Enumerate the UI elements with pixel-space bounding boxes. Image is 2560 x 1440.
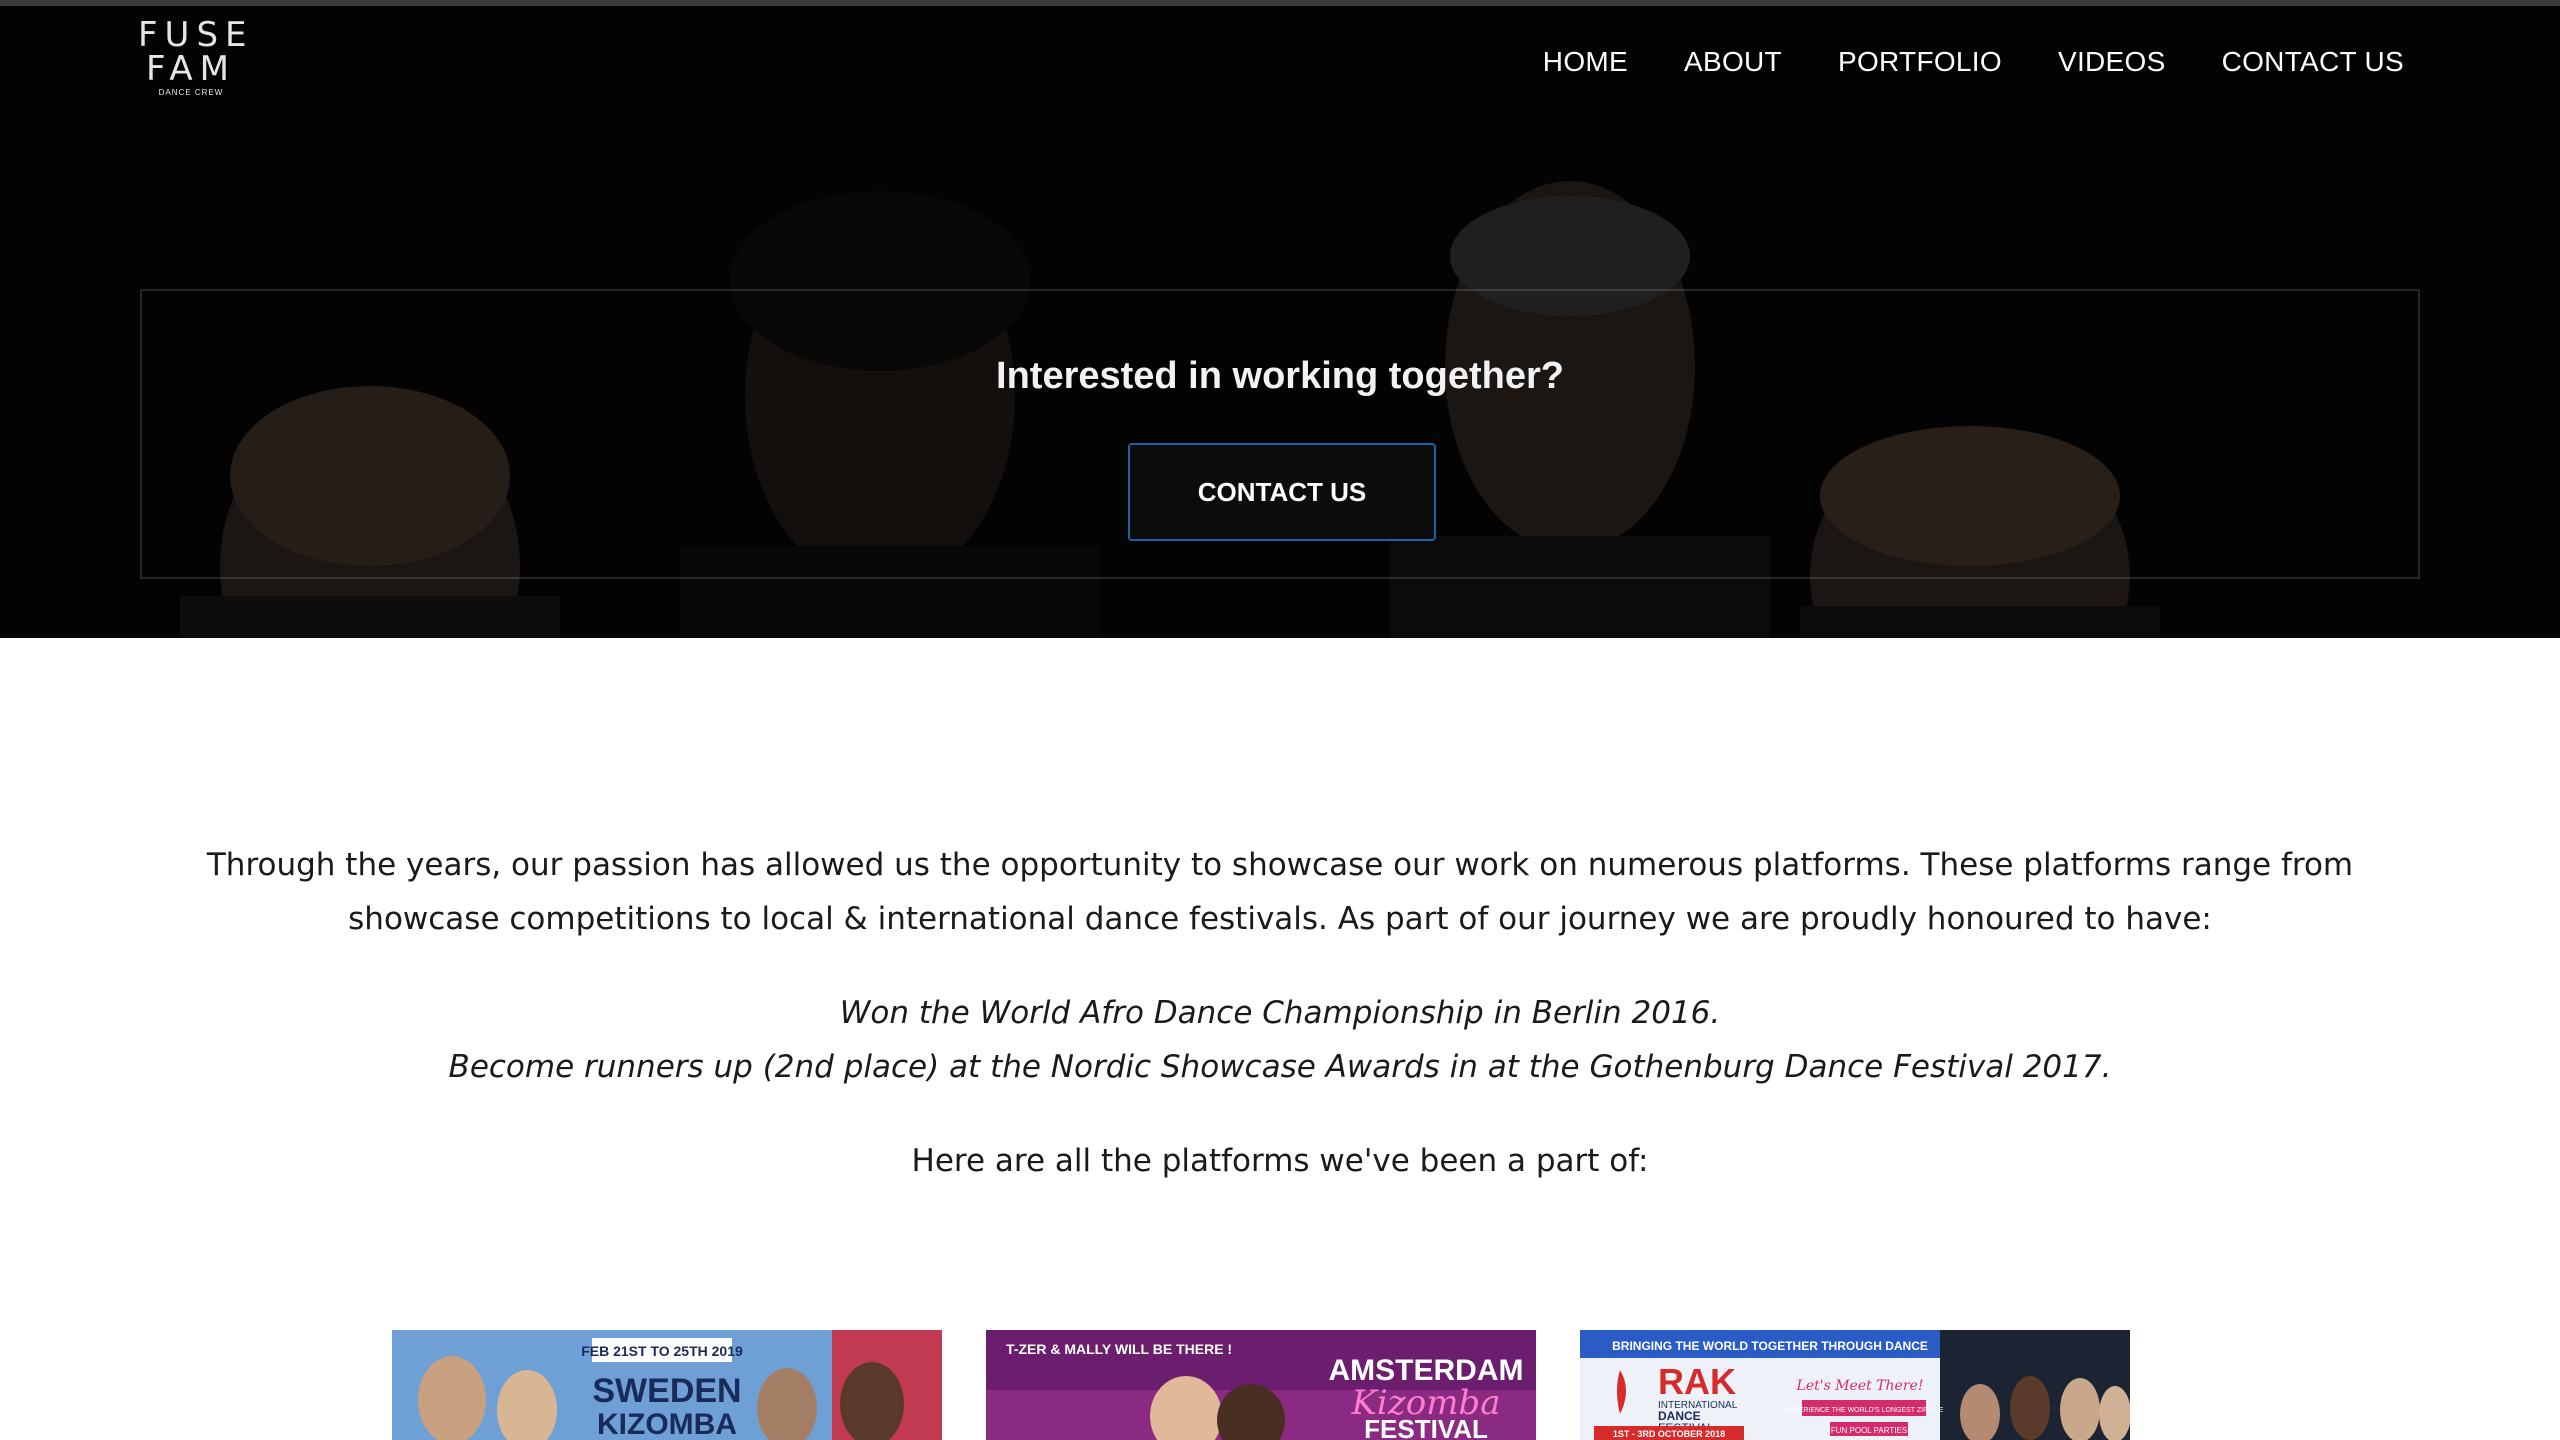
poster-1-title: SWEDEN bbox=[592, 1372, 741, 1410]
portfolio-intro: Through the years, our passion has allow… bbox=[140, 838, 2420, 1188]
nav-videos[interactable]: VIDEOS bbox=[2058, 44, 2166, 80]
poster-3-headline: BRINGING THE WORLD TOGETHER THROUGH DANC… bbox=[1612, 1339, 1928, 1353]
poster-2-subtitle: FESTIVAL bbox=[1364, 1414, 1488, 1440]
poster-rak-dance-festival-image: BRINGING THE WORLD TOGETHER THROUGH DANC… bbox=[1580, 1330, 2130, 1440]
fuse-fam-logo[interactable]: FUSE FAM DANCE CREW bbox=[138, 15, 254, 108]
nav-portfolio[interactable]: PORTFOLIO bbox=[1838, 44, 2002, 80]
logo-line-1: FUSE bbox=[138, 15, 254, 55]
poster-sweden-kizomba[interactable]: FEB 21ST TO 25TH 2019 SWEDEN KIZOMBA bbox=[392, 1330, 942, 1440]
cta-box: Interested in working together? CONTACT … bbox=[140, 289, 2420, 579]
achievement-item: Won the World Afro Dance Championship in… bbox=[839, 995, 1721, 1031]
poster-3-feature-1: EXPERIENCE THE WORLD'S LONGEST ZIPLINE bbox=[1785, 1407, 1944, 1414]
poster-3-title: RAK bbox=[1658, 1361, 1736, 1402]
poster-2-headline: T-ZER & MALLY WILL BE THERE ! bbox=[1006, 1341, 1232, 1357]
poster-3-tagline: Let's Meet There! bbox=[1796, 1378, 1924, 1394]
nav-contact-us[interactable]: CONTACT US bbox=[2222, 44, 2404, 80]
achievements-list: Won the World Afro Dance Championship in… bbox=[140, 986, 2420, 1094]
contact-us-button[interactable]: CONTACT US bbox=[1128, 443, 1436, 541]
hero-banner: FUSE FAM DANCE CREW HOME ABOUT PORTFOLIO… bbox=[0, 6, 2560, 638]
poster-3-date: 1ST - 3RD OCTOBER 2018 bbox=[1613, 1429, 1725, 1439]
achievement-item: Become runners up (2nd place) at the Nor… bbox=[448, 1049, 2112, 1085]
poster-1-date: FEB 21ST TO 25TH 2019 bbox=[581, 1343, 743, 1359]
logo-line-2: FAM bbox=[145, 49, 237, 89]
main-navigation: HOME ABOUT PORTFOLIO VIDEOS CONTACT US bbox=[1543, 44, 2404, 80]
logo-tagline: DANCE CREW bbox=[158, 88, 224, 97]
platforms-intro: Here are all the platforms we've been a … bbox=[911, 1143, 1649, 1179]
poster-rak-dance-festival[interactable]: BRINGING THE WORLD TOGETHER THROUGH DANC… bbox=[1580, 1330, 2130, 1440]
cta-heading: Interested in working together? bbox=[996, 355, 1564, 397]
platform-posters: FEB 21ST TO 25TH 2019 SWEDEN KIZOMBA T-Z… bbox=[392, 1330, 2132, 1440]
poster-sweden-kizomba-image: FEB 21ST TO 25TH 2019 SWEDEN KIZOMBA bbox=[392, 1330, 942, 1440]
poster-amsterdam-kizomba[interactable]: T-ZER & MALLY WILL BE THERE ! AMSTERDAM … bbox=[986, 1330, 1536, 1440]
nav-about[interactable]: ABOUT bbox=[1684, 44, 1782, 80]
intro-paragraph: Through the years, our passion has allow… bbox=[206, 847, 2354, 937]
poster-1-subtitle: KIZOMBA bbox=[597, 1408, 737, 1440]
poster-3-feature-2: FUN POOL PARTIES bbox=[1831, 1426, 1907, 1435]
nav-home[interactable]: HOME bbox=[1543, 44, 1628, 80]
poster-amsterdam-kizomba-image: T-ZER & MALLY WILL BE THERE ! AMSTERDAM … bbox=[986, 1330, 1536, 1440]
